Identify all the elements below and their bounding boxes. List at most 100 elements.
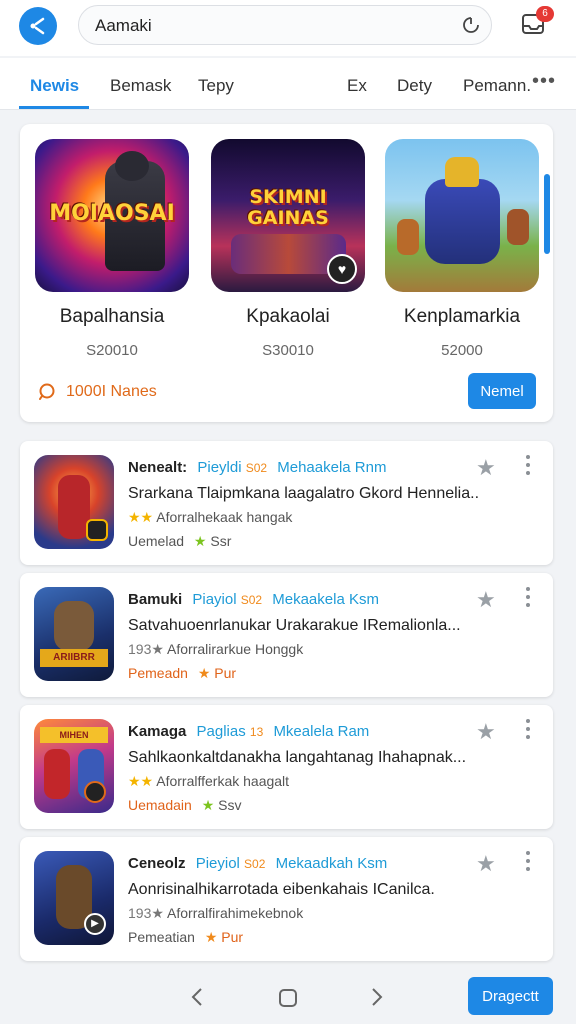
play-icon: ▶ <box>84 913 106 935</box>
game-description: Satvahuoenrlanukar Urakarakue IRemalionl… <box>128 617 461 634</box>
game-status: Pemeatian <box>128 929 195 945</box>
more-options-icon[interactable] <box>525 587 531 611</box>
tab-pemann[interactable]: Pemann. <box>463 76 531 96</box>
notification-badge: 6 <box>536 6 554 22</box>
badge-star-icon: ★ <box>193 533 207 549</box>
badge-star-icon: ★ <box>197 665 211 681</box>
artwork-title: MOIAOSAI <box>49 201 175 226</box>
featured-item[interactable]: Kenplamarkia 52000 <box>385 139 539 359</box>
tab-tepy[interactable]: Tepy <box>198 76 234 96</box>
tag-number: S02 <box>240 593 263 607</box>
app-logo-icon <box>30 17 45 35</box>
more-options-icon[interactable] <box>525 851 531 875</box>
game-thumbnail: ▶ <box>34 851 114 945</box>
featured-title: Kpakaolai <box>246 306 330 327</box>
featured-item[interactable]: SKIMNI GAINAS ♥ Kpakaolai S30010 <box>211 139 365 359</box>
featured-price: S20010 <box>86 342 138 359</box>
game-description: Aonrisinalhikarrotada eibenkahais ICanil… <box>128 881 435 898</box>
refresh-icon[interactable] <box>461 15 481 35</box>
game-thumbnail: MIHEN <box>34 719 114 813</box>
game-meta: Aforralirarkue Honggk <box>167 641 304 657</box>
featured-carousel: MOIAOSAI Bapalhansia S20010 SKIMNI GAINA… <box>20 124 553 422</box>
notifications-button[interactable]: 6 <box>520 6 554 41</box>
carousel-scroll-indicator[interactable] <box>544 174 550 254</box>
search-bar[interactable]: Aamaki <box>78 5 492 45</box>
game-thumbnail <box>34 455 114 549</box>
tag-number: S02 <box>245 461 268 475</box>
back-icon[interactable] <box>188 986 206 1008</box>
category-tabs: Newis Bemask Tepy Ex Dety Pemann. ••• <box>0 58 576 110</box>
game-name: Kamaga <box>128 723 187 740</box>
game-publisher[interactable]: Mekaadkah Ksm <box>276 855 388 872</box>
game-badge: Pur <box>214 665 237 681</box>
game-tag[interactable]: Paglias <box>197 723 246 740</box>
thumbnail-logo: MIHEN <box>40 727 108 743</box>
featured-item[interactable]: MOIAOSAI Bapalhansia S20010 <box>35 139 189 359</box>
search-icon <box>39 383 55 400</box>
names-link[interactable]: 1000I Nanes <box>38 382 157 402</box>
featured-price: 52000 <box>441 342 483 359</box>
thumbnail-logo: ARIIBRR <box>40 649 108 667</box>
game-publisher[interactable]: Mekaakela Ksm <box>272 591 379 608</box>
tab-news[interactable]: Newis <box>30 76 79 96</box>
names-label: 1000I Nanes <box>66 383 157 400</box>
game-meta: Aforralfirahimekebnok <box>167 905 304 921</box>
game-artwork: SKIMNI GAINAS ♥ <box>211 139 365 292</box>
game-publisher[interactable]: Mehaakela Rnm <box>277 459 386 476</box>
game-name: Ceneolz <box>128 855 186 872</box>
game-meta: Aforralfferkak haagalt <box>156 773 290 789</box>
favorite-star-icon[interactable]: ★ <box>476 851 496 877</box>
more-options-icon[interactable] <box>525 719 531 743</box>
game-badge: Pur <box>221 929 244 945</box>
game-thumbnail: ARIIBRR <box>34 587 114 681</box>
game-description: Sahlkaonkaltdanakha langahtanag Ihahapna… <box>128 749 467 766</box>
tab-dety[interactable]: Dety <box>397 76 432 96</box>
list-item[interactable]: MIHEN Kamaga Paglias 13 Mkealela Ram Sah… <box>20 705 553 829</box>
game-publisher[interactable]: Mkealela Ram <box>273 723 369 740</box>
tab-ex[interactable]: Ex <box>347 76 367 96</box>
game-badge: Ssr <box>210 533 232 549</box>
list-item[interactable]: Nenealt: Pieyldi S02 Mehaakela Rnm Srark… <box>20 441 553 565</box>
game-artwork <box>385 139 539 292</box>
active-tab-indicator <box>19 106 89 109</box>
featured-title: Kenplamarkia <box>403 306 521 327</box>
rating-stars: 193★ <box>128 641 164 657</box>
app-menu-button[interactable] <box>19 7 57 45</box>
home-icon[interactable] <box>278 988 298 1008</box>
bottom-navigation: Dragectt <box>0 966 576 1024</box>
rating-stars: ★★ <box>128 773 154 789</box>
list-item[interactable]: ARIIBRR Bamuki Piayiol S02 Mekaakela Ksm… <box>20 573 553 697</box>
badge-star-icon: ★ <box>201 797 215 813</box>
favorite-star-icon[interactable]: ★ <box>476 455 496 481</box>
featured-action-button[interactable]: Nemel <box>468 373 536 409</box>
rating-stars: 193★ <box>128 905 164 921</box>
list-item[interactable]: ▶ Ceneolz Pieyiol S02 Mekaadkah Ksm Aonr… <box>20 837 553 961</box>
game-tag[interactable]: Pieyiol <box>196 855 240 872</box>
favorite-badge[interactable]: ♥ <box>327 254 357 284</box>
more-icon[interactable]: ••• <box>532 70 556 93</box>
game-meta: Aforralhekaak hangak <box>156 509 293 525</box>
tag-number: S02 <box>244 857 266 871</box>
game-tag[interactable]: Piayiol <box>192 591 236 608</box>
game-badge: Ssv <box>218 797 242 813</box>
badge-star-icon: ★ <box>204 929 218 945</box>
game-description: Srarkana Tlaipmkana laagalatro Gkord Hen… <box>128 485 478 502</box>
game-name: Bamuki <box>128 591 183 608</box>
tab-bemask[interactable]: Bemask <box>110 76 171 96</box>
featured-title: Bapalhansia <box>59 306 165 327</box>
game-name: Nenealt: <box>128 459 188 476</box>
more-options-icon[interactable] <box>525 455 531 479</box>
artwork-title: SKIMNI GAINAS <box>247 186 329 229</box>
tag-number: 13 <box>249 725 264 739</box>
featured-price: S30010 <box>262 342 314 359</box>
favorite-star-icon[interactable]: ★ <box>476 719 496 745</box>
search-input[interactable]: Aamaki <box>95 16 152 36</box>
forward-icon[interactable] <box>368 986 386 1008</box>
game-status: Pemeadn <box>128 665 188 681</box>
favorite-star-icon[interactable]: ★ <box>476 587 496 613</box>
rating-stars: ★★ <box>128 509 154 525</box>
top-bar: Aamaki 6 <box>0 0 576 56</box>
game-tag[interactable]: Pieyldi <box>197 459 241 476</box>
primary-action-button[interactable]: Dragectt <box>468 977 553 1015</box>
game-status: Uemadain <box>128 797 192 813</box>
